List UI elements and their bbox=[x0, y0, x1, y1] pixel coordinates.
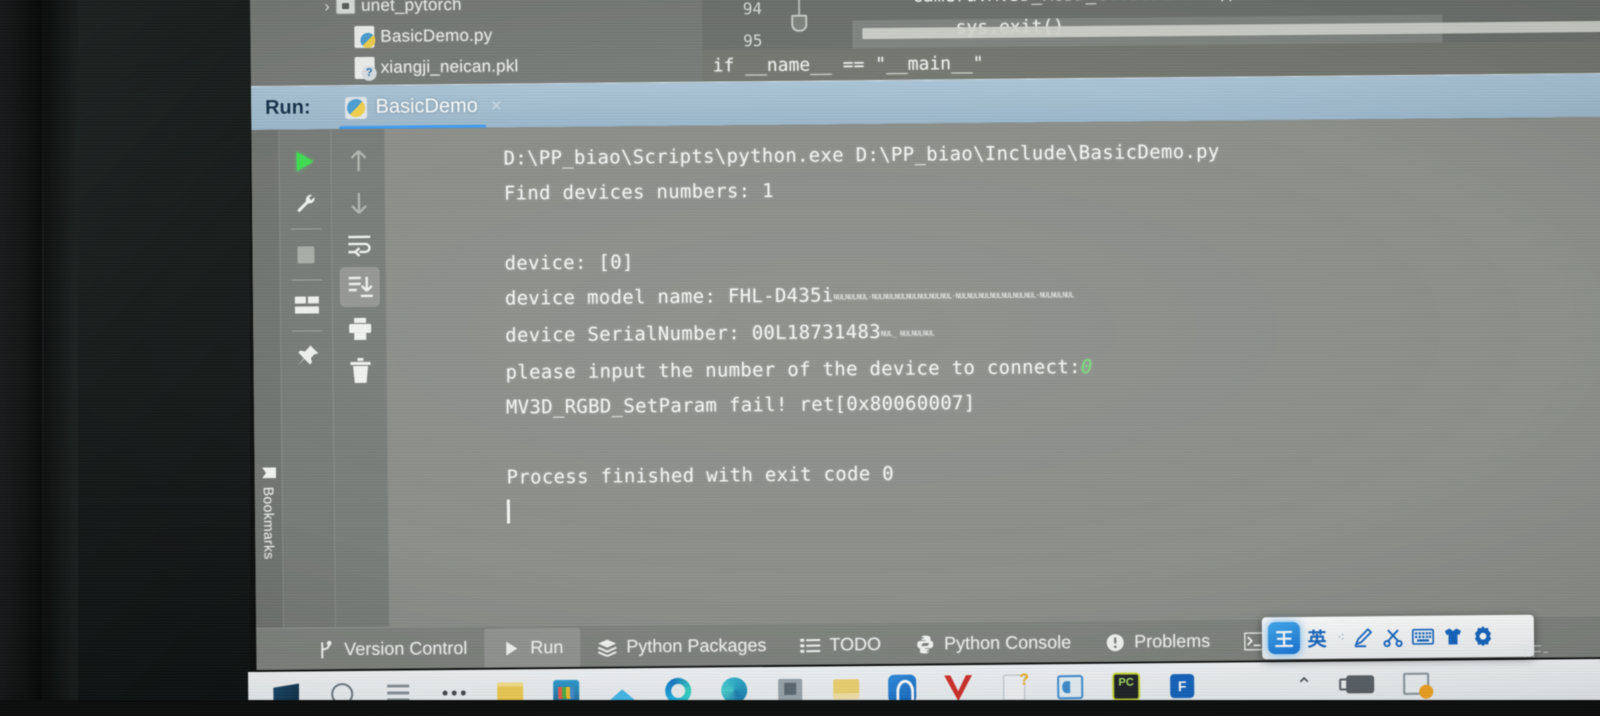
ime-dots-icon: ⁖ bbox=[1337, 629, 1345, 645]
watermark: TF- bbox=[1519, 641, 1550, 662]
printer-icon bbox=[348, 317, 371, 341]
run-tab-basicdemo[interactable]: BasicDemo × bbox=[338, 84, 508, 130]
run-tool-window-body: Bookmarks Structure bbox=[251, 117, 1600, 670]
python-icon bbox=[915, 634, 935, 654]
scroll-to-end-icon bbox=[348, 276, 373, 298]
ime-language-toggle[interactable]: 英 bbox=[1300, 622, 1334, 654]
scroll-to-end-button[interactable] bbox=[339, 266, 380, 308]
ime-handwriting-icon[interactable] bbox=[1348, 621, 1378, 653]
tool-window-problems[interactable]: Problems bbox=[1088, 621, 1227, 662]
run-tab-label: BasicDemo bbox=[375, 94, 478, 118]
stop-square-icon bbox=[297, 245, 315, 264]
pycharm-window: › unet_pytorch BasicDemo.py xiangji_neic… bbox=[250, 0, 1600, 670]
tool-window-label: Run bbox=[530, 637, 564, 658]
pin-tab-button[interactable] bbox=[287, 336, 327, 376]
wrench-icon bbox=[297, 194, 315, 212]
left-side-tab-strip: Bookmarks Structure bbox=[251, 129, 285, 670]
tool-window-label: Version Control bbox=[344, 637, 468, 660]
toolbar-separator bbox=[291, 330, 322, 332]
editor-area: › unet_pytorch BasicDemo.py xiangji_neic… bbox=[250, 0, 1600, 86]
tool-window-run[interactable]: Run bbox=[484, 627, 581, 669]
console-actions-toolbar bbox=[331, 128, 391, 628]
problems-icon bbox=[1105, 632, 1125, 652]
tool-window-version-control[interactable]: Version Control bbox=[298, 628, 484, 670]
tool-window-label: TODO bbox=[829, 633, 882, 655]
play-icon bbox=[501, 638, 521, 658]
soft-wrap-icon bbox=[347, 235, 371, 257]
modify-run-configuration-button[interactable] bbox=[285, 183, 325, 223]
nul-characters: NULNULNUL·NULNULNULNULNULNULNUL·NULNULNU… bbox=[833, 291, 1074, 302]
toolbar-separator bbox=[291, 279, 322, 281]
layout-icon bbox=[294, 296, 319, 314]
code-fold-icon[interactable] bbox=[791, 14, 808, 32]
arrow-down-icon bbox=[350, 192, 367, 214]
arrow-up-icon bbox=[350, 150, 366, 171]
tree-item-xiangji-neican-pkl[interactable]: xiangji_neican.pkl bbox=[354, 51, 519, 83]
tree-item-basicdemo-py[interactable]: BasicDemo.py bbox=[354, 21, 492, 52]
tool-window-python-packages[interactable]: Python Packages bbox=[580, 625, 783, 667]
console-user-input: 0 bbox=[1080, 355, 1093, 379]
ime-skin-icon[interactable] bbox=[1438, 620, 1468, 652]
tool-window-label: Python Packages bbox=[626, 635, 767, 657]
toolbar-separator bbox=[290, 228, 321, 230]
run-actions-toolbar bbox=[279, 129, 337, 628]
tree-item-label: unet_pytorch bbox=[360, 0, 462, 15]
pin-icon bbox=[296, 345, 318, 367]
tool-window-todo[interactable]: TODO bbox=[783, 624, 898, 665]
run-console-output[interactable]: D:\PP_biao\Scripts\python.exe D:\PP_biao… bbox=[385, 117, 1600, 627]
tree-item-label: xiangji_neican.pkl bbox=[380, 56, 519, 77]
close-icon[interactable]: × bbox=[491, 95, 502, 117]
ime-keyboard-icon[interactable] bbox=[1408, 621, 1438, 653]
console-line-text: device model name: FHL-D435i bbox=[504, 284, 834, 310]
ime-floating-toolbar[interactable]: 王 英 ⁖ bbox=[1261, 614, 1535, 660]
ime-settings-icon[interactable] bbox=[1468, 620, 1498, 652]
folder-icon bbox=[336, 0, 356, 15]
editor-gutter: 94 95 bbox=[702, 0, 775, 54]
branch-icon bbox=[315, 640, 335, 660]
print-button[interactable] bbox=[339, 309, 379, 349]
run-panel-title: Run: bbox=[264, 96, 311, 119]
play-icon bbox=[296, 151, 314, 172]
sidebar-item-label: Bookmarks bbox=[260, 486, 278, 560]
screen-bottom-edge bbox=[0, 700, 1600, 716]
python-icon bbox=[344, 96, 367, 119]
project-tool-window: › unet_pytorch BasicDemo.py xiangji_neic… bbox=[250, 0, 703, 86]
layout-settings-button[interactable] bbox=[286, 285, 326, 325]
tool-window-python-console[interactable]: Python Console bbox=[898, 622, 1088, 664]
next-occurrence-button[interactable] bbox=[338, 183, 378, 223]
text-caret bbox=[506, 499, 511, 524]
nul-characters: NUL_ NULNULNUL bbox=[880, 329, 935, 338]
clear-all-button[interactable] bbox=[340, 351, 380, 391]
ime-logo-icon[interactable]: 王 bbox=[1267, 621, 1301, 655]
trash-icon bbox=[349, 357, 371, 384]
packages-icon bbox=[597, 637, 617, 657]
sidebar-item-bookmarks[interactable]: Bookmarks bbox=[254, 466, 283, 596]
tree-item-label: BasicDemo.py bbox=[380, 25, 493, 46]
console-prompt-text: please input the number of the device to… bbox=[505, 356, 1081, 384]
tool-window-label: Problems bbox=[1134, 630, 1211, 652]
line-number: 94 bbox=[742, 0, 763, 19]
python-file-icon bbox=[354, 25, 375, 48]
rerun-button[interactable] bbox=[285, 141, 325, 181]
unknown-file-icon bbox=[354, 56, 375, 79]
chevron-right-icon[interactable]: › bbox=[318, 0, 336, 15]
code-line: camera.MV3D_RGBD_CloseDevice() bbox=[912, 0, 1237, 7]
tree-item-unet-pytorch[interactable]: › unet_pytorch bbox=[318, 0, 462, 21]
monitor-bezel bbox=[0, 0, 42, 716]
previous-occurrence-button[interactable] bbox=[338, 141, 378, 181]
ime-scissors-icon[interactable] bbox=[1378, 621, 1408, 653]
soft-wrap-button[interactable] bbox=[339, 225, 379, 265]
console-line-text: device SerialNumber: 00L18731483 bbox=[505, 320, 881, 347]
tool-window-label: Python Console bbox=[944, 632, 1072, 654]
todo-list-icon bbox=[800, 635, 821, 655]
stop-button[interactable] bbox=[286, 234, 326, 274]
desktop-shadow-strip bbox=[44, 0, 78, 716]
bookmark-icon bbox=[262, 467, 276, 478]
screenshot-root: × Notifications › unet_pytorch BasicDemo… bbox=[0, 0, 1600, 716]
